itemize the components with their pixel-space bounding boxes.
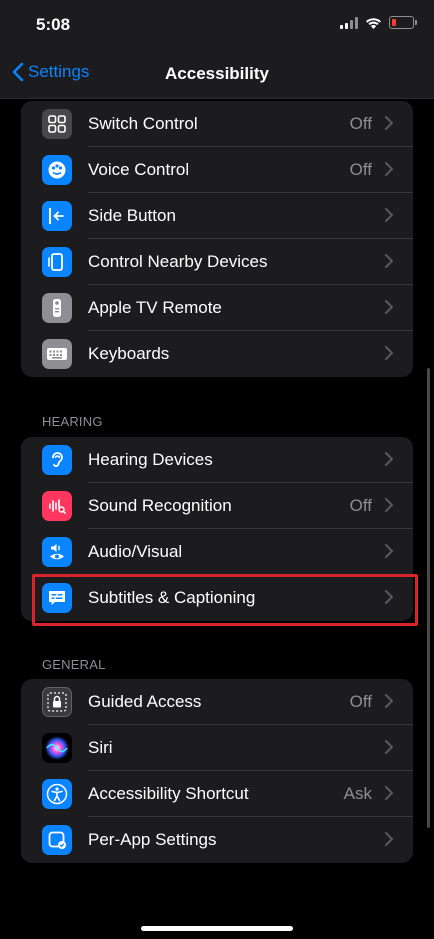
row-side-button[interactable]: Side Button [21, 193, 413, 239]
page-title: Accessibility [165, 64, 269, 83]
ear-icon [42, 445, 72, 475]
row-label: Guided Access [88, 692, 202, 711]
guided-access-highlight [32, 574, 418, 626]
chevron-right-icon [385, 162, 393, 176]
chevron-right-icon [385, 346, 393, 360]
row-label: Keyboards [88, 344, 170, 363]
row-label: Voice Control [88, 160, 190, 179]
general-group: Guided Access Off Siri Accessibility Sho… [21, 679, 413, 863]
scroll-indicator[interactable] [427, 368, 430, 828]
status-bar: 5:08 [0, 0, 434, 50]
row-control-nearby-devices[interactable]: Control Nearby Devices [21, 239, 413, 285]
chevron-right-icon [385, 832, 393, 846]
settings-list[interactable]: Switch Control Off Voice Control Off Sid… [0, 99, 434, 939]
keyboard-icon [42, 339, 72, 369]
row-value: Off [349, 114, 372, 133]
row-value: Off [349, 160, 372, 179]
chevron-right-icon [385, 544, 393, 558]
row-label: Accessibility Shortcut [88, 784, 249, 803]
chevron-right-icon [385, 452, 393, 466]
nearby-devices-icon [42, 247, 72, 277]
row-label: Switch Control [88, 114, 198, 133]
row-label: Control Nearby Devices [88, 252, 268, 271]
per-app-icon [42, 825, 72, 855]
row-accessibility-shortcut[interactable]: Accessibility Shortcut Ask [21, 771, 413, 817]
row-hearing-devices[interactable]: Hearing Devices [21, 437, 413, 483]
row-siri[interactable]: Siri [21, 725, 413, 771]
row-value: Off [349, 692, 372, 711]
wifi-icon [366, 17, 381, 29]
row-label: Siri [88, 738, 113, 757]
chevron-right-icon [385, 300, 393, 314]
row-label: Hearing Devices [88, 450, 213, 469]
row-apple-tv-remote[interactable]: Apple TV Remote [21, 285, 413, 331]
row-per-app-settings[interactable]: Per-App Settings [21, 817, 413, 863]
general-section-header: GENERAL [42, 657, 106, 672]
side-button-icon [42, 201, 72, 231]
row-audio-visual[interactable]: Audio/Visual [21, 529, 413, 575]
row-label: Apple TV Remote [88, 298, 222, 317]
switch-control-icon [42, 109, 72, 139]
voice-control-icon [42, 155, 72, 185]
chevron-right-icon [385, 694, 393, 708]
status-time: 5:08 [36, 15, 71, 34]
navigation-bar: Settings Accessibility [0, 50, 434, 99]
row-label: Per-App Settings [88, 830, 217, 849]
row-keyboards[interactable]: Keyboards [21, 331, 413, 377]
row-value: Ask [343, 784, 372, 803]
accessibility-icon [42, 779, 72, 809]
row-voice-control[interactable]: Voice Control Off [21, 147, 413, 193]
row-switch-control[interactable]: Switch Control Off [21, 101, 413, 147]
siri-icon [42, 733, 72, 763]
status-icons [340, 16, 417, 29]
battery-icon [389, 16, 417, 29]
audio-visual-icon [42, 537, 72, 567]
home-indicator[interactable] [141, 926, 293, 931]
sound-recognition-icon [42, 491, 72, 521]
row-sound-recognition[interactable]: Sound Recognition Off [21, 483, 413, 529]
chevron-right-icon [385, 116, 393, 130]
chevron-right-icon [385, 254, 393, 268]
physical-motor-group: Switch Control Off Voice Control Off Sid… [21, 101, 413, 377]
row-value: Off [349, 496, 372, 515]
chevron-right-icon [385, 740, 393, 754]
hearing-section-header: HEARING [42, 414, 103, 429]
tv-remote-icon [42, 293, 72, 323]
chevron-right-icon [385, 786, 393, 800]
row-label: Sound Recognition [88, 496, 232, 515]
cellular-signal-icon [340, 16, 358, 29]
row-label: Side Button [88, 206, 176, 225]
guided-access-icon [42, 687, 72, 717]
chevron-right-icon [385, 208, 393, 222]
row-guided-access[interactable]: Guided Access Off [21, 679, 413, 725]
chevron-right-icon [385, 498, 393, 512]
row-label: Audio/Visual [88, 542, 183, 561]
